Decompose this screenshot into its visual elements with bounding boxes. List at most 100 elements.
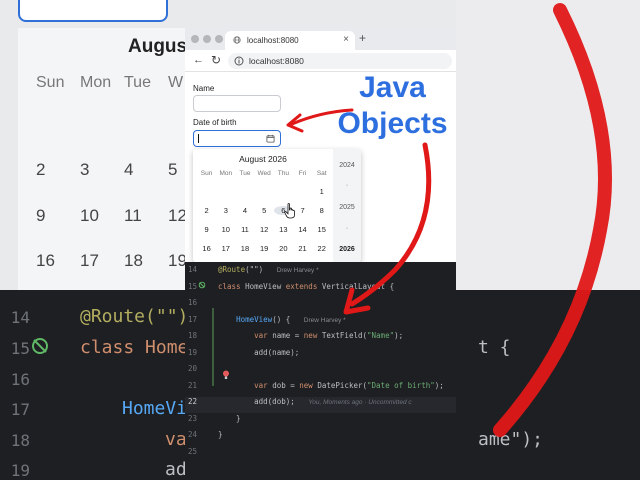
year-column: 2024 · 2025 · 2026: [333, 149, 361, 262]
calendar-day[interactable]: 1: [312, 187, 331, 196]
code-token: }: [218, 413, 241, 423]
code-line[interactable]: 17 HomeView() { Drew Harvey *: [185, 315, 456, 331]
code-line[interactable]: 15 class HomeView extends VerticalLayout …: [185, 282, 456, 298]
window-maximize-dot[interactable]: [215, 35, 223, 43]
address-bar[interactable]: localhost:8080: [228, 53, 452, 69]
calendar-day: [274, 187, 293, 196]
code-text: add(dob); You, Moments ago · Uncommitted…: [218, 397, 412, 406]
browser-tab[interactable]: localhost:8080 ×: [225, 31, 355, 50]
code-line[interactable]: 18 var name = new TextField("Name");: [185, 331, 456, 347]
year-separator: ·: [345, 182, 349, 189]
year-item[interactable]: 2025: [333, 204, 361, 211]
calendar-day[interactable]: 15: [312, 225, 331, 234]
calendar-day[interactable]: 14: [293, 225, 312, 234]
code-token: "Name": [367, 331, 395, 340]
hand-pointer-icon: [284, 203, 295, 219]
background-line-number: 16: [10, 370, 30, 389]
weekday-row: Sun Mon Tue Wed Thu Fri Sat: [197, 170, 331, 177]
globe-icon: [233, 36, 241, 44]
weekday-label: Mon: [219, 170, 233, 177]
date-of-birth-label: Date of birth: [193, 118, 237, 127]
weekday-label: Wed: [257, 170, 271, 177]
code-line[interactable]: 23 }: [185, 414, 456, 430]
reload-icon[interactable]: ↻: [211, 53, 221, 67]
background-input-field: [18, 0, 168, 22]
tab-bar: localhost:8080 × +: [185, 28, 456, 50]
year-item-current[interactable]: 2026: [333, 246, 361, 253]
inline-blame-hint: Drew Harvey *: [303, 316, 346, 324]
background-day: 4: [124, 160, 134, 179]
code-text: @Route("") Drew Harvey *: [218, 265, 319, 274]
name-field[interactable]: [193, 95, 281, 112]
java-objects-caption: Java Objects: [330, 70, 455, 142]
calendar-day[interactable]: 8: [312, 206, 331, 215]
background-code-text: ad: [165, 459, 187, 480]
background-code-text: @Route(""): [80, 306, 189, 327]
calendar-day: [293, 187, 312, 196]
month-title: August 2026: [239, 154, 287, 164]
year-item[interactable]: 2024: [333, 162, 361, 169]
lightbulb-icon[interactable]: [222, 370, 230, 380]
date-picker-overlay: August 2026 Sun Mon Tue Wed Thu Fri Sat …: [193, 149, 361, 262]
code-line[interactable]: 24}: [185, 430, 456, 446]
code-token: @Route: [218, 265, 246, 274]
calendar-day[interactable]: 2: [197, 206, 216, 215]
calendar-day[interactable]: 21: [293, 244, 312, 253]
week-row: 1: [197, 187, 331, 196]
line-number: 21: [187, 380, 197, 390]
calendar-day[interactable]: 5: [255, 206, 274, 215]
background-line-number: 14: [10, 308, 30, 327]
calendar-day: [216, 187, 235, 196]
line-number: 16: [187, 298, 197, 307]
date-of-birth-field[interactable]: [193, 130, 281, 147]
weekday-label: Thu: [277, 170, 289, 177]
line-number: 19: [187, 347, 197, 357]
code-line[interactable]: 14 @Route("") Drew Harvey *: [185, 265, 456, 281]
code-token: );: [394, 331, 404, 340]
calendar-day[interactable]: 18: [235, 244, 254, 253]
calendar-day[interactable]: 4: [235, 206, 254, 215]
tab-close-icon[interactable]: ×: [343, 34, 349, 45]
window-close-dot[interactable]: [191, 35, 199, 43]
calendar-day[interactable]: 22: [312, 244, 331, 253]
code-text: HomeView() { Drew Harvey *: [218, 315, 346, 324]
calendar-day: [255, 187, 274, 196]
text-caret: [198, 134, 199, 143]
calendar-day[interactable]: 16: [197, 244, 216, 253]
inline-blame-hint: Drew Harvey *: [276, 267, 319, 274]
background-line-number: 15: [10, 339, 30, 358]
back-arrow-icon[interactable]: ←: [193, 54, 204, 66]
calendar-day[interactable]: 9: [197, 225, 216, 234]
calendar-day[interactable]: 20: [274, 244, 293, 253]
calendar-day[interactable]: 19: [255, 244, 274, 253]
url-text: localhost:8080: [249, 56, 304, 66]
calendar-day[interactable]: 13: [274, 225, 293, 234]
background-code-text: va: [165, 429, 187, 450]
background-run-icon: [32, 338, 48, 354]
background-code-text: class Home: [80, 337, 189, 358]
window-minimize-dot[interactable]: [203, 35, 211, 43]
code-token: var: [254, 380, 273, 390]
calendar-day[interactable]: 17: [216, 244, 235, 253]
calendar-day[interactable]: 12: [255, 225, 274, 234]
background-day: 2: [36, 160, 46, 179]
background-weekday: Sun: [36, 74, 65, 91]
code-line[interactable]: 19 add(name);: [185, 348, 456, 364]
calendar-icon[interactable]: [266, 134, 275, 143]
code-line[interactable]: 21 var dob = new DatePicker("Date of bir…: [185, 381, 456, 397]
code-text: }: [218, 430, 223, 439]
navigation-bar: ← ↻ localhost:8080: [185, 50, 456, 72]
code-line[interactable]: 22 add(dob); You, Moments ago · Uncommit…: [185, 397, 456, 413]
calendar-day: [197, 187, 216, 196]
new-tab-button[interactable]: +: [359, 31, 366, 45]
background-day: 11: [124, 206, 142, 225]
line-number: 22: [187, 397, 197, 406]
week-row: 9 10 11 12 13 14 15: [197, 225, 331, 234]
route-gutter-icon[interactable]: [198, 281, 206, 289]
calendar-day[interactable]: 3: [216, 206, 235, 215]
code-text: var name = new TextField("Name");: [218, 331, 403, 340]
code-line[interactable]: 25: [185, 447, 456, 463]
calendar-day[interactable]: 10: [216, 225, 235, 234]
code-line[interactable]: 16: [185, 298, 456, 314]
calendar-day[interactable]: 11: [235, 225, 254, 234]
